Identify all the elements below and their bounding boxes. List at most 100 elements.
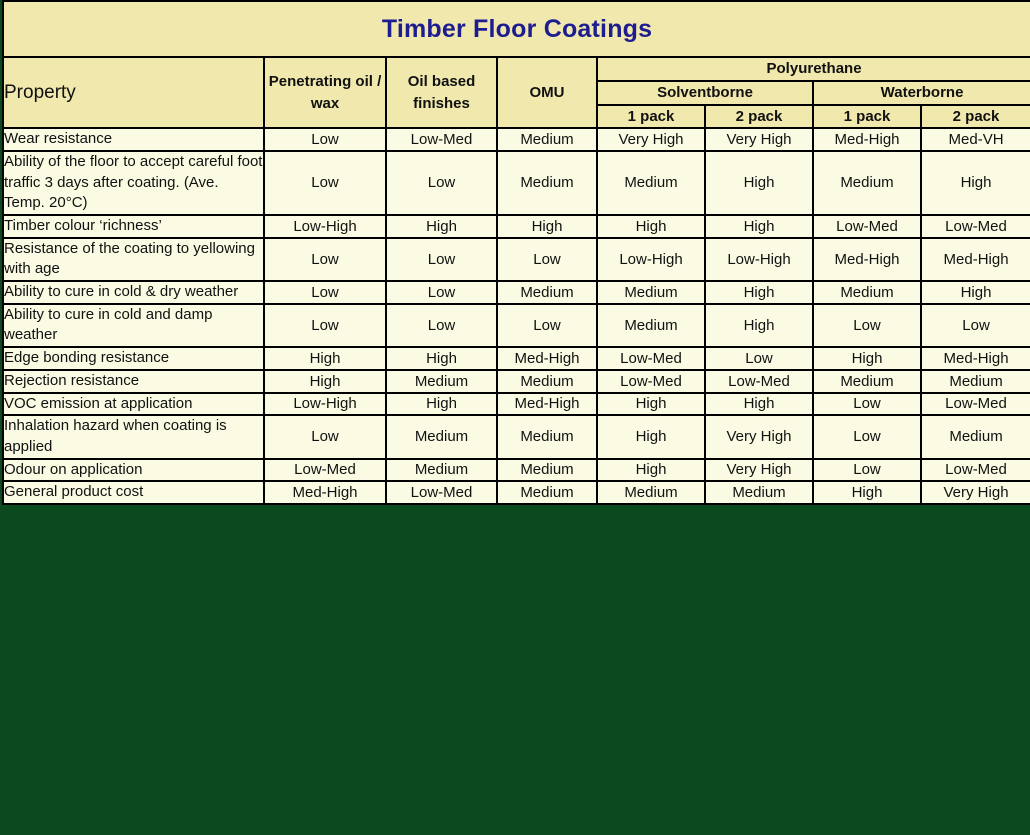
header-waterborne-1-pack: 1 pack (812, 103, 922, 130)
row-value-cell: Very High (919, 480, 1030, 505)
row-value-cell: Med-High (496, 391, 598, 417)
row-value-cell: Low (263, 149, 387, 217)
row-value-cell: Low (263, 414, 387, 460)
table-row: Resistance of the coating to yellowing w… (2, 236, 1030, 283)
row-value-cell: Low (263, 236, 387, 283)
row-value-cell: High (704, 280, 814, 305)
row-value-cell: Medium (596, 480, 706, 505)
header-property-label: Property (4, 81, 76, 103)
row-value-cell: Medium (704, 480, 814, 505)
row-value-cell: Low (919, 302, 1030, 349)
row-value-cell: Med-High (812, 127, 922, 152)
table-row: Ability of the floor to accept careful f… (2, 149, 1030, 217)
row-value-cell: Low-Med (812, 214, 922, 239)
header-penetrating-oil-wax: Penetrating oil / wax (263, 55, 387, 130)
table-row: General product cost Med-High Low-Med Mediu… (2, 480, 1030, 505)
row-value-cell: Low (704, 346, 814, 371)
row-value-cell: Medium (812, 280, 922, 305)
row-value-cell: Medium (496, 368, 598, 394)
row-value-cell: High (596, 214, 706, 239)
row-value-cell: Medium (496, 457, 598, 483)
row-value-cell: Low (812, 391, 922, 417)
page-title: Timber Floor Coatings (381, 14, 653, 43)
row-value-cell: Low (496, 236, 598, 283)
row-value-cell: Medium (496, 280, 598, 305)
row-value-cell: Med-High (919, 346, 1030, 371)
row-value-cell: Low-Med (704, 368, 814, 394)
row-property-cell: Ability to cure in cold & dry weather (2, 280, 265, 305)
row-value-cell: High (919, 149, 1030, 217)
row-value-cell: Low-Med (596, 346, 706, 371)
row-value-cell: Low (263, 127, 387, 152)
title-row: Timber Floor Coatings (1, 0, 1030, 58)
header-waterborne-1-pack-label: 1 pack (843, 107, 891, 125)
row-value-cell: Medium (496, 127, 598, 152)
header-polyurethane: Polyurethane (595, 56, 1030, 82)
row-value-cell: High (704, 302, 814, 349)
row-value-cell: Low (385, 302, 498, 349)
row-value-cell: Low (385, 149, 498, 217)
table-title-cell: Timber Floor Coatings (1, 0, 1030, 58)
table-row: Inhalation hazard when coating is applie… (2, 414, 1030, 460)
row-value-cell: Med-High (812, 236, 922, 283)
row-value-cell: High (596, 391, 706, 417)
header-waterborne-2-pack: 2 pack (919, 103, 1030, 130)
row-value-cell: Medium (812, 368, 922, 394)
row-value-cell: High (385, 346, 498, 371)
row-property-cell: VOC emission at application (2, 391, 265, 417)
timber-floor-coatings-table: Timber Floor Coatings Property Penetrati… (1, 0, 1030, 505)
row-value-cell: Low (263, 302, 387, 349)
row-value-cell: Medium (596, 149, 706, 217)
row-value-cell: High (263, 346, 387, 371)
row-value-cell: Low (812, 414, 922, 460)
row-value-cell: Low-High (596, 236, 706, 283)
row-value-cell: High (496, 214, 598, 239)
row-property-cell: Wear resistance (2, 127, 265, 152)
header-waterborne-label: Waterborne (880, 83, 964, 101)
row-value-cell: High (704, 214, 814, 239)
table-row: Ability to cure in cold & dry weather Low… (2, 280, 1030, 305)
row-value-cell: Low (496, 302, 598, 349)
header-polyurethane-label: Polyurethane (766, 60, 862, 77)
header-oil-based-finishes-label: Oil based finishes (407, 72, 476, 112)
row-value-cell: High (812, 346, 922, 371)
header-oil-based-finishes: Oil based finishes (385, 55, 498, 130)
row-value-cell: Low (812, 302, 922, 349)
table-row: Wear resistance Low Low-Med Medium Very High… (2, 127, 1030, 152)
row-value-cell: Low (812, 457, 922, 483)
row-value-cell: Medium (496, 480, 598, 505)
header-omu: OMU (496, 55, 598, 130)
row-value-cell: Medium (496, 414, 598, 460)
row-property-cell: Resistance of the coating to yellowing w… (2, 236, 265, 283)
row-property-cell: Ability to cure in cold and damp weather (2, 302, 265, 349)
header-solventborne-1-pack: 1 pack (596, 103, 706, 130)
row-value-cell: Medium (812, 149, 922, 217)
row-value-cell: Low (385, 280, 498, 305)
header-waterborne: Waterborne (811, 79, 1030, 106)
header-property-cell: Property (2, 55, 265, 130)
row-property-cell: General product cost (2, 480, 265, 505)
table-body: Wear resistance Low Low-Med Medium Very High… (2, 127, 1030, 505)
row-value-cell: Medium (385, 457, 498, 483)
header-solventborne: Solventborne (596, 79, 814, 106)
row-value-cell: High (596, 457, 706, 483)
table-row: Odour on application Low-Med Medium Medium H… (2, 457, 1030, 483)
row-value-cell: Med-High (263, 480, 387, 505)
row-property-cell: Ability of the floor to accept careful f… (2, 149, 265, 217)
row-value-cell: Medium (596, 302, 706, 349)
row-value-cell: Low-Med (263, 457, 387, 483)
header-solventborne-1-pack-label: 1 pack (627, 107, 675, 125)
header-solventborne-label: Solventborne (657, 83, 753, 101)
row-value-cell: Low-High (263, 214, 387, 239)
table-row: Ability to cure in cold and damp weather… (2, 302, 1030, 349)
row-value-cell: High (385, 214, 498, 239)
header-solventborne-2-pack-label: 2 pack (735, 107, 783, 125)
row-value-cell: High (704, 391, 814, 417)
row-property-cell: Edge bonding resistance (2, 346, 265, 371)
row-value-cell: Low-Med (919, 457, 1030, 483)
row-value-cell: High (263, 368, 387, 394)
row-value-cell: Medium (385, 368, 498, 394)
row-value-cell: Med-High (919, 236, 1030, 283)
row-value-cell: Very High (596, 127, 706, 152)
row-value-cell: High (596, 414, 706, 460)
